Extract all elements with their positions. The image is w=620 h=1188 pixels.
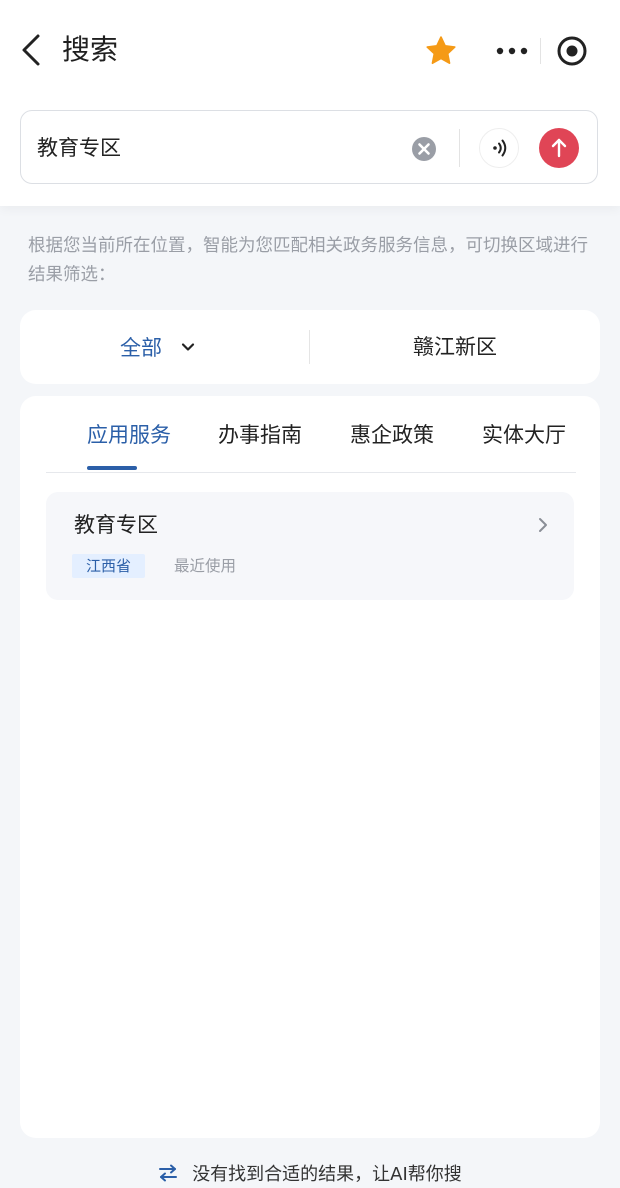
- star-icon[interactable]: [424, 34, 458, 68]
- tab-app-services[interactable]: 应用服务: [87, 420, 171, 450]
- mini-program-capsule: [486, 28, 598, 74]
- tab-enterprise-policy[interactable]: 惠企政策: [350, 420, 434, 450]
- list-item[interactable]: 教育专区 江西省 最近使用: [46, 492, 574, 600]
- region-filter: 全部 赣江新区: [20, 310, 600, 384]
- capsule-divider: [540, 38, 541, 64]
- voice-waves-icon: [493, 139, 507, 157]
- more-icon[interactable]: [494, 40, 530, 62]
- navigation-bar: 搜索: [0, 0, 620, 100]
- search-input[interactable]: [37, 125, 397, 169]
- chevron-right-icon: [539, 518, 547, 532]
- item-title: 教育专区: [74, 513, 158, 537]
- location-hint-text: 根据您当前所在位置，智能为您匹配相关政务服务信息，可切换区域进行结果筛选：: [28, 236, 588, 285]
- region-tag: 江西省: [72, 554, 146, 578]
- top-header: 搜索: [0, 0, 620, 206]
- recent-use-label: 最近使用: [174, 557, 237, 575]
- filter-all-label: 全部: [120, 336, 162, 360]
- clear-icon[interactable]: [411, 136, 437, 162]
- result-tabs: 应用服务 办事指南 惠企政策 实体大厅: [46, 396, 576, 473]
- search-divider: [459, 129, 460, 167]
- filter-region-option[interactable]: 赣江新区: [310, 310, 600, 384]
- tab-service-guide[interactable]: 办事指南: [218, 420, 302, 450]
- results-panel: 应用服务 办事指南 惠企政策 实体大厅 教育专区 江西省 最近使用: [20, 396, 600, 1138]
- submit-icon[interactable]: [539, 128, 579, 168]
- swap-icon: [159, 1164, 178, 1182]
- filter-all-dropdown[interactable]: 全部: [120, 310, 196, 384]
- page-title: 搜索: [62, 33, 119, 66]
- chevron-down-icon: [181, 343, 195, 351]
- tab-service-hall[interactable]: 实体大厅: [482, 420, 566, 450]
- search-box: [20, 110, 598, 184]
- voice-icon[interactable]: [479, 128, 519, 168]
- ai-search-prompt-label: 没有找到合适的结果，让AI帮你搜: [192, 1164, 462, 1185]
- back-icon[interactable]: [16, 32, 46, 68]
- target-icon[interactable]: [556, 35, 588, 67]
- active-tab-indicator: [87, 466, 137, 470]
- ai-search-prompt[interactable]: 没有找到合适的结果，让AI帮你搜: [0, 1158, 620, 1188]
